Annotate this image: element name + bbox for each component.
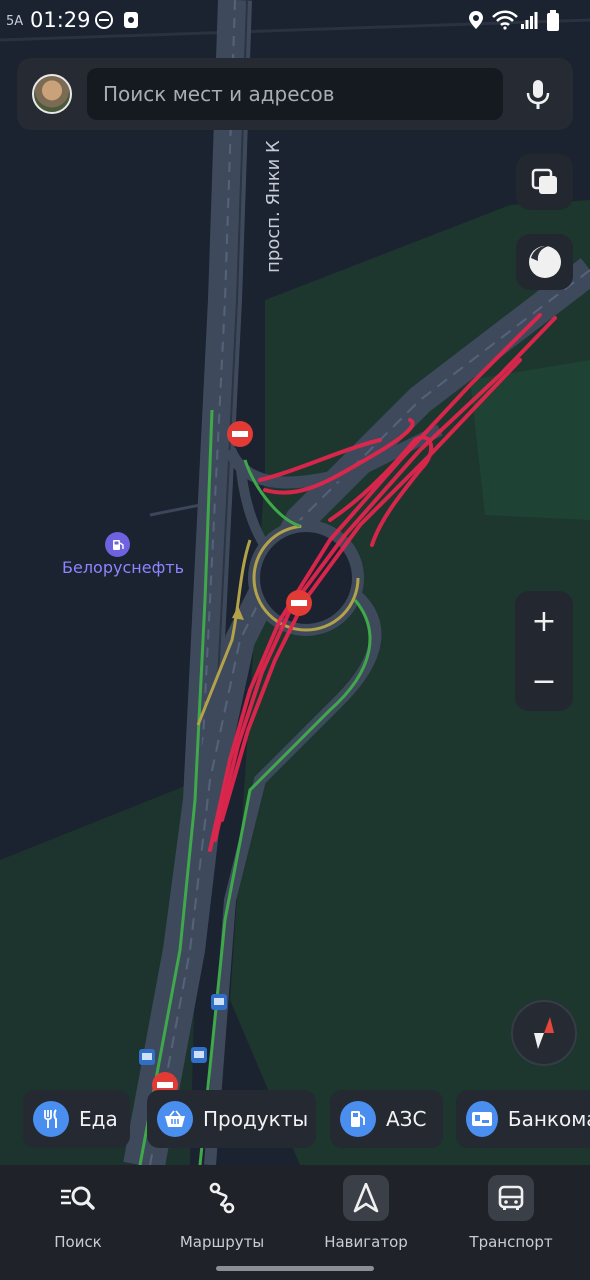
chip-label: АЗС bbox=[386, 1107, 427, 1131]
chip-atm[interactable]: Банкоматы bbox=[456, 1090, 590, 1148]
battery-icon bbox=[547, 10, 559, 31]
zoom-out-button[interactable]: − bbox=[515, 651, 573, 711]
chip-label: Продукты bbox=[203, 1107, 309, 1131]
status-bar: 5A 01:29 bbox=[0, 0, 590, 46]
bus-stop-icon bbox=[191, 1047, 207, 1063]
chip-groceries[interactable]: Продукты bbox=[147, 1090, 316, 1148]
map-canvas[interactable] bbox=[0, 0, 590, 1165]
dnd-icon bbox=[95, 11, 113, 29]
bus-stop-icon bbox=[211, 994, 227, 1010]
no-entry-marker bbox=[227, 421, 253, 447]
microphone-icon[interactable] bbox=[523, 78, 553, 110]
tab-label: Поиск bbox=[54, 1233, 102, 1251]
tab-routes[interactable]: Маршруты bbox=[172, 1165, 272, 1265]
notification-icon bbox=[124, 12, 138, 28]
search-input[interactable] bbox=[87, 68, 503, 120]
fuel-station-icon[interactable] bbox=[105, 532, 130, 557]
avatar[interactable] bbox=[32, 74, 72, 114]
chip-fuel[interactable]: АЗС bbox=[330, 1090, 443, 1148]
layers-button[interactable] bbox=[516, 154, 573, 210]
bottom-tab-bar: Поиск Маршруты Навигатор Транспорт bbox=[0, 1165, 590, 1280]
navigator-arrow-icon bbox=[343, 1175, 389, 1221]
layers-icon bbox=[531, 168, 557, 194]
status-small-label: 5A bbox=[6, 14, 24, 29]
chip-food[interactable]: Еда bbox=[23, 1090, 130, 1148]
compass-button[interactable] bbox=[511, 1000, 577, 1066]
basket-icon bbox=[157, 1101, 193, 1137]
routes-icon bbox=[199, 1175, 245, 1221]
zoom-control: + − bbox=[515, 591, 573, 711]
category-chips: Еда Продукты АЗС Банкоматы bbox=[0, 1090, 590, 1148]
bus-stop-icon bbox=[139, 1049, 155, 1065]
poi-label[interactable]: Белоруснефть bbox=[62, 558, 184, 577]
tab-navigator[interactable]: Навигатор bbox=[318, 1165, 414, 1265]
location-icon bbox=[469, 11, 483, 29]
atm-icon bbox=[466, 1101, 498, 1137]
signal-icon bbox=[521, 12, 538, 29]
night-mode-icon bbox=[528, 245, 561, 278]
tab-label: Транспорт bbox=[469, 1233, 553, 1251]
search-bar bbox=[17, 58, 573, 130]
tab-search[interactable]: Поиск bbox=[33, 1165, 123, 1265]
zoom-in-button[interactable]: + bbox=[515, 591, 573, 651]
chip-label: Еда bbox=[79, 1107, 118, 1131]
fuel-icon bbox=[340, 1101, 376, 1137]
tab-transport[interactable]: Транспорт bbox=[464, 1165, 558, 1265]
search-list-icon bbox=[55, 1175, 101, 1221]
tab-label: Маршруты bbox=[179, 1233, 265, 1251]
bus-icon bbox=[488, 1175, 534, 1221]
fork-knife-icon bbox=[33, 1101, 69, 1137]
theme-button[interactable] bbox=[516, 234, 573, 290]
home-indicator[interactable] bbox=[216, 1266, 374, 1271]
chip-label: Банкоматы bbox=[507, 1107, 590, 1131]
wifi-icon bbox=[492, 10, 518, 30]
no-entry-marker bbox=[286, 590, 312, 616]
tab-label: Навигатор bbox=[324, 1233, 408, 1251]
street-label: просп. Янки К bbox=[262, 140, 284, 273]
status-time: 01:29 bbox=[30, 8, 91, 32]
compass-icon bbox=[534, 1017, 554, 1049]
